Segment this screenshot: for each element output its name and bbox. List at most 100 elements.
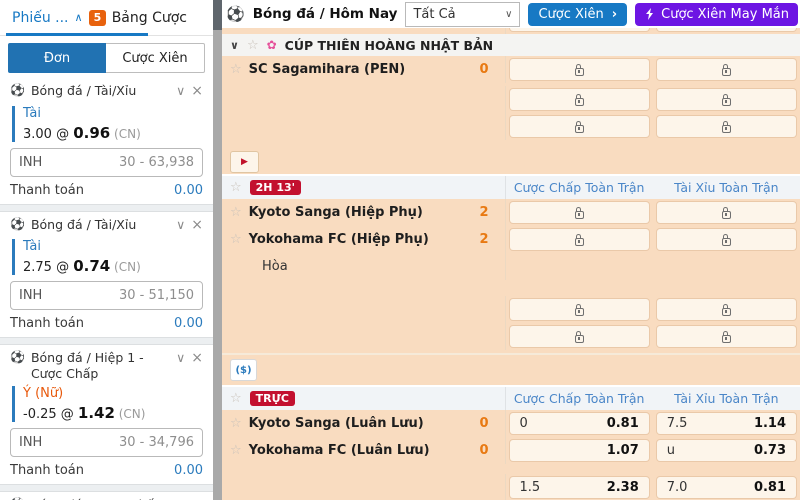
lock-icon — [721, 331, 731, 343]
odds-cell-locked — [509, 59, 649, 80]
match-row — [222, 296, 800, 323]
mode-parlay-button[interactable]: Cược Xiên — [106, 43, 205, 73]
star-icon[interactable]: ☆ — [230, 416, 242, 431]
odds-cell-locked — [656, 299, 797, 320]
chevron-down-icon[interactable]: ∨ — [176, 350, 185, 366]
match-section-2h: ☆ Kyoto Sanga (Hiệp Phụ) 2 ☆ Yokohama FC (Hi… — [222, 199, 800, 385]
team-name: Kyoto Sanga (Luân Lưu) — [248, 416, 424, 431]
tab-bang-cuoc[interactable]: Bảng Cược — [112, 10, 201, 26]
star-icon[interactable]: ☆ — [230, 443, 242, 458]
odds-cell[interactable]: 7.0 0.81 — [656, 477, 797, 498]
betslip-card: ⚽ Bóng đá / Tài/Xỉu ∨ × Tài 3.00 @ 0.96 (CN) I… — [0, 78, 213, 204]
payout-label: Thanh toán — [10, 316, 85, 331]
live-time-badge: 2H 13' — [249, 180, 302, 195]
odds-columns — [504, 253, 800, 280]
match-row — [222, 323, 800, 350]
bet-odds-line: 2.75 @ 0.74 (CN) — [23, 257, 203, 275]
bet-line-value: 2.75 @ — [23, 260, 74, 275]
odds-columns — [504, 86, 800, 113]
cashout-button[interactable]: ($) — [230, 359, 257, 381]
star-icon[interactable]: ☆ — [230, 180, 242, 195]
odds-columns: 1.5 2.38 7.0 0.81 — [504, 474, 800, 500]
match-info — [222, 323, 505, 350]
odds-columns: 0 0.81 7.5 1.14 — [504, 410, 800, 437]
stake-input[interactable]: INH 30 - 51,150 — [10, 281, 203, 310]
payout-row: Thanh toán 0.00 — [10, 182, 203, 201]
odds-columns — [504, 296, 800, 323]
odds-cell[interactable]: 7.5 1.14 — [656, 413, 797, 434]
star-icon[interactable]: ☆ — [230, 62, 242, 77]
team-score: 0 — [479, 443, 489, 458]
stake-range-placeholder: 30 - 63,938 — [119, 154, 194, 170]
column-header-label: Cược Chấp Toàn Trận — [513, 180, 645, 195]
stake-currency-label: INH — [19, 435, 43, 451]
tab-bet-slip[interactable]: Phiếu ... ∧ 5 — [12, 9, 107, 26]
lucky-parlay-button[interactable]: Cược Xiên May Mắn — [635, 2, 798, 26]
soccer-icon: ⚽ — [10, 350, 25, 364]
odds-columns — [504, 113, 800, 140]
filter-select[interactable]: Tất Cả ∨ — [405, 1, 521, 27]
play-button[interactable]: ▶ — [230, 151, 259, 173]
bet-market-label: Bóng đá / Tài/Xỉu — [30, 216, 137, 232]
odds-cell-locked — [656, 229, 797, 250]
odds-main: ⚽ Bóng đá / Hôm Nay Tất Cả ∨ Cược Xiên ›… — [222, 0, 800, 500]
bet-odds-tag: (CN) — [114, 407, 146, 422]
star-icon[interactable]: ☆ — [230, 232, 242, 247]
odds-content: ☆Kawasaki Frontale (Luân Lưu) ∨ ☆ ✿ CÚP THIÊ… — [222, 28, 800, 500]
chevron-down-icon[interactable]: ∨ — [176, 83, 185, 99]
match-row: ☆Kawasaki Frontale (Luân Lưu) — [222, 28, 800, 34]
odds-columns — [504, 56, 800, 83]
market-header-band: ☆ 2H 13' Cược Chấp Toàn Trận Tài Xỉu Toàn T… — [222, 176, 800, 199]
bet-count-badge: 5 — [88, 9, 107, 26]
match-row: ☆ SC Sagamihara (PEN) 0 — [222, 56, 800, 83]
betslip-scrollbar[interactable] — [213, 0, 222, 500]
bet-selection-name: Ý (Nữ) — [23, 386, 64, 402]
match-info: ☆ SC Sagamihara (PEN) 0 — [222, 56, 505, 83]
bet-odds-line: 3.00 @ 0.96 (CN) — [23, 124, 203, 142]
close-icon[interactable]: × — [191, 83, 203, 101]
close-icon[interactable]: × — [191, 350, 203, 368]
bet-card-list: ⚽ Bóng đá / Tài/Xỉu ∨ × Tài 3.00 @ 0.96 (CN) I… — [0, 78, 213, 500]
star-icon[interactable]: ☆ — [230, 205, 242, 220]
lock-icon — [574, 304, 584, 316]
betslip-card: ⚽Bóng đá / Cược Chấp∨×Ý (Nữ)$-0.25 @ 1.0… — [0, 492, 213, 500]
scrollbar-thumb[interactable] — [213, 0, 222, 30]
odds-cell[interactable]: u 0.73 — [656, 440, 797, 461]
star-icon[interactable]: ☆ — [247, 38, 259, 53]
chevron-down-icon[interactable]: ∨ — [230, 39, 239, 52]
lightning-icon — [646, 8, 654, 20]
clipped-match-row-inner: ☆Kawasaki Frontale (Luân Lưu) — [222, 28, 800, 34]
close-icon[interactable]: × — [191, 217, 203, 235]
bet-selection-block: Tài 2.75 @ 0.74 (CN) — [12, 239, 203, 275]
odds-line-value: 7.0 — [666, 480, 688, 495]
odds-cell[interactable]: 1.07 — [509, 440, 649, 461]
odds-columns — [504, 323, 800, 350]
odds-cell[interactable]: 1.5 2.38 — [509, 477, 649, 498]
bet-selection-block: Tài 3.00 @ 0.96 (CN) — [12, 105, 203, 142]
row-spacer — [222, 140, 800, 150]
chevron-down-icon[interactable]: ∨ — [176, 217, 185, 233]
odds-cell-locked — [656, 326, 797, 347]
odds-cell[interactable]: 0 0.81 — [509, 413, 649, 434]
market-header-columns: Cược Chấp Toàn Trận Tài Xỉu Toàn Trận — [504, 387, 800, 410]
bet-line-value: 3.00 @ — [23, 126, 74, 142]
lock-icon — [574, 94, 584, 106]
match-row: ☆ Kyoto Sanga (Luân Lưu) 0 0 0.81 7.5 1.14 — [222, 410, 800, 437]
parlay-button-label: Cược Xiên — [538, 6, 604, 22]
payout-value: 0.00 — [174, 316, 203, 331]
star-icon[interactable]: ☆ — [230, 391, 242, 406]
parlay-button[interactable]: Cược Xiên › — [528, 2, 628, 26]
lock-icon — [721, 207, 731, 219]
match-info — [222, 86, 505, 113]
odds-columns — [504, 226, 800, 253]
active-tab-underline — [6, 33, 148, 36]
mode-single-button[interactable]: Đơn — [8, 43, 106, 73]
odds-line-value: 0 — [519, 416, 528, 431]
soccer-icon: ⚽ — [10, 83, 25, 97]
odds-price-value: 0.81 — [606, 416, 639, 431]
stake-input[interactable]: INH 30 - 63,938 — [10, 147, 203, 177]
stake-input[interactable]: INH 30 - 34,796 — [10, 428, 203, 458]
betslip-card: ⚽ Bóng đá / Tài/Xỉu ∨ × Tài 2.75 @ 0.74 (CN) I… — [0, 212, 213, 338]
cashout-row: ($) — [222, 353, 800, 385]
stake-range-placeholder: 30 - 34,796 — [119, 435, 194, 451]
